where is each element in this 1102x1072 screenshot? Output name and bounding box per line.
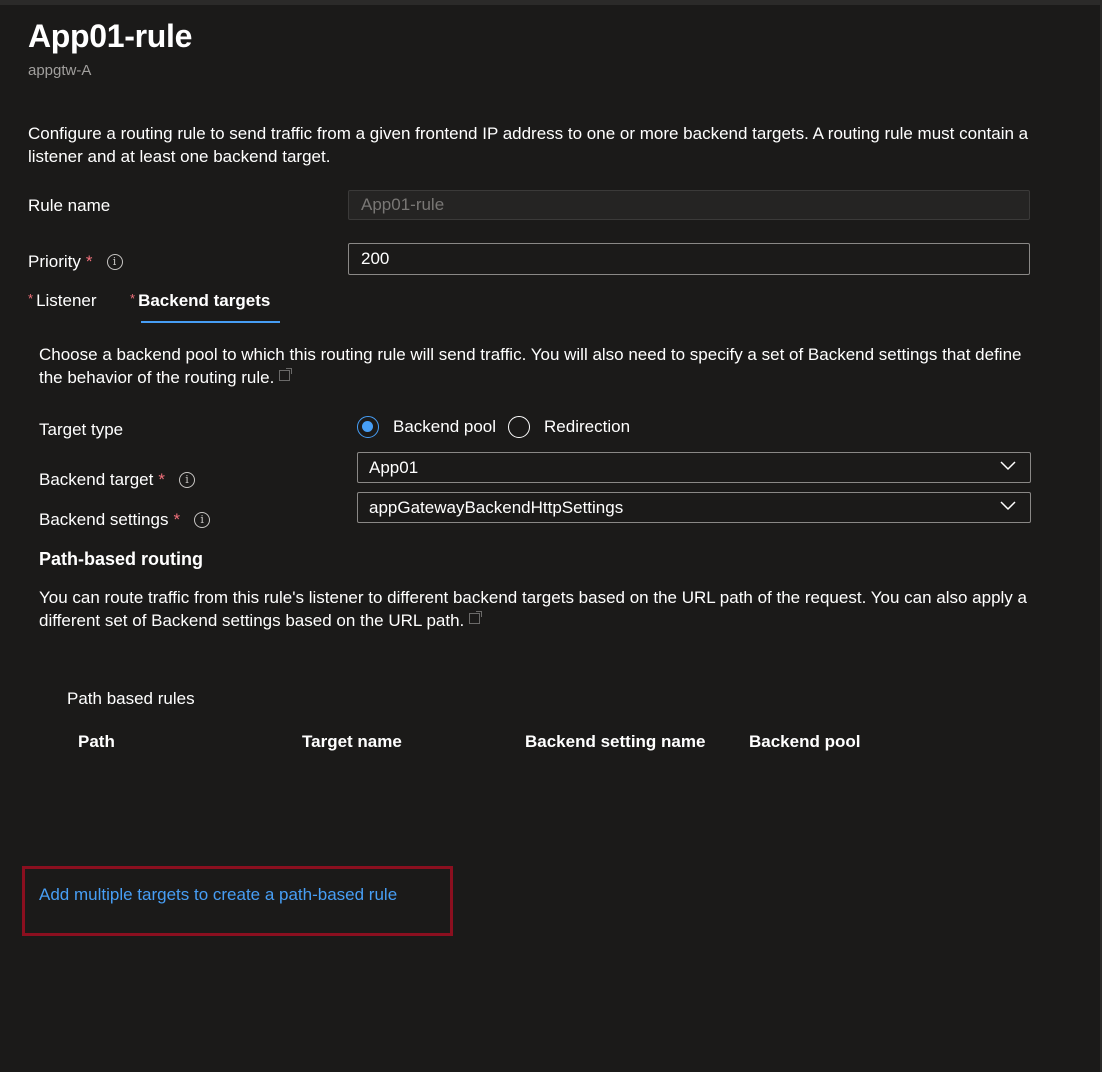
- target-type-radio-group: Backend pool Redirection: [357, 416, 642, 438]
- rule-name-label: Rule name: [28, 196, 110, 216]
- required-asterisk: *: [173, 510, 181, 529]
- backend-settings-dropdown[interactable]: appGatewayBackendHttpSettings: [357, 492, 1031, 523]
- active-tab-indicator: [141, 321, 280, 323]
- chevron-down-icon: [1000, 461, 1016, 471]
- page-subtitle: appgtw-A: [28, 62, 92, 79]
- priority-label-text: Priority: [28, 252, 81, 271]
- top-border: [0, 0, 1102, 5]
- rule-name-label-text: Rule name: [28, 196, 111, 215]
- path-routing-description: You can route traffic from this rule's l…: [39, 586, 1039, 632]
- radio-backend-pool[interactable]: Backend pool: [357, 416, 496, 438]
- required-asterisk: *: [158, 470, 165, 489]
- tab-listener[interactable]: * Listener: [28, 291, 97, 323]
- column-header-backend-setting-name: Backend setting name: [525, 732, 706, 751]
- info-icon[interactable]: i: [106, 254, 123, 270]
- required-asterisk: *: [28, 291, 34, 306]
- target-type-label-text: Target type: [39, 420, 124, 439]
- radio-redirection-label: Redirection: [544, 417, 631, 436]
- backend-target-label-text: Backend target: [39, 470, 154, 489]
- page-description: Configure a routing rule to send traffic…: [28, 124, 1029, 166]
- info-icon[interactable]: i: [178, 472, 195, 488]
- backend-settings-dropdown-value: appGatewayBackendHttpSettings: [369, 498, 624, 517]
- backend-settings-label: Backend settings * i: [39, 510, 211, 530]
- add-multiple-targets-link[interactable]: Add multiple targets to create a path-ba…: [39, 885, 397, 905]
- required-asterisk: *: [130, 291, 136, 306]
- path-rules-grid-title: Path based rules: [67, 689, 195, 708]
- tab-backend-targets-label: Backend targets: [138, 291, 271, 310]
- priority-label: Priority * i: [28, 252, 123, 272]
- chevron-down-icon: [1000, 501, 1016, 511]
- backend-targets-description: Choose a backend pool to which this rout…: [39, 343, 1039, 389]
- external-link-icon[interactable]: [469, 611, 483, 624]
- required-asterisk: *: [85, 252, 93, 271]
- path-routing-description-text: You can route traffic from this rule's l…: [39, 588, 1027, 630]
- backend-settings-label-text: Backend settings: [39, 510, 169, 529]
- priority-input[interactable]: 200: [348, 243, 1030, 275]
- radio-backend-pool-label: Backend pool: [393, 417, 497, 436]
- column-header-path: Path: [78, 732, 115, 751]
- radio-redirection[interactable]: Redirection: [508, 416, 630, 438]
- backend-target-label: Backend target * i: [39, 470, 195, 490]
- column-header-backend-pool: Backend pool: [749, 732, 861, 751]
- tab-backend-targets[interactable]: * Backend targets: [130, 291, 270, 323]
- external-link-icon[interactable]: [279, 368, 293, 381]
- backend-target-dropdown[interactable]: App01: [357, 452, 1031, 483]
- radio-checked-icon[interactable]: [357, 416, 379, 438]
- path-based-routing-heading: Path-based routing: [39, 549, 204, 569]
- rule-name-input: App01-rule: [348, 190, 1030, 220]
- tab-listener-label: Listener: [36, 291, 97, 310]
- backend-targets-description-text: Choose a backend pool to which this rout…: [39, 345, 1022, 387]
- page-title: App01-rule: [28, 18, 193, 54]
- info-icon[interactable]: i: [194, 512, 211, 528]
- radio-unchecked-icon[interactable]: [508, 416, 531, 438]
- backend-target-dropdown-value: App01: [369, 458, 419, 477]
- column-header-target-name: Target name: [302, 732, 402, 751]
- target-type-label: Target type: [39, 420, 123, 440]
